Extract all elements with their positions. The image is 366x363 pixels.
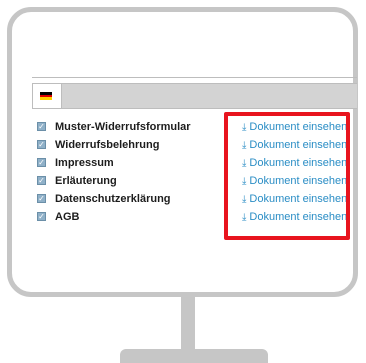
tab-german[interactable] — [32, 83, 62, 108]
monitor-stand — [181, 297, 195, 349]
checkbox-icon: ✓ — [37, 158, 46, 167]
highlight-box — [224, 112, 350, 240]
divider — [32, 77, 357, 78]
document-label: AGB — [55, 211, 80, 223]
document-label: Datenschutzerklärung — [55, 193, 171, 205]
monitor-base — [120, 349, 268, 363]
document-label: Impressum — [55, 157, 114, 169]
document-label: Widerrufsbelehrung — [55, 139, 160, 151]
checkbox-icon: ✓ — [37, 122, 46, 131]
document-label: Erläuterung — [55, 175, 117, 187]
flag-stripe-gold — [40, 97, 52, 101]
language-tab-bar — [32, 83, 357, 109]
flag-de-icon — [40, 92, 52, 101]
checkbox-icon: ✓ — [37, 194, 46, 203]
checkbox-icon: ✓ — [37, 212, 46, 221]
document-label: Muster-Widerrufsformular — [55, 121, 191, 133]
checkbox-icon: ✓ — [37, 140, 46, 149]
checkbox-icon: ✓ — [37, 176, 46, 185]
